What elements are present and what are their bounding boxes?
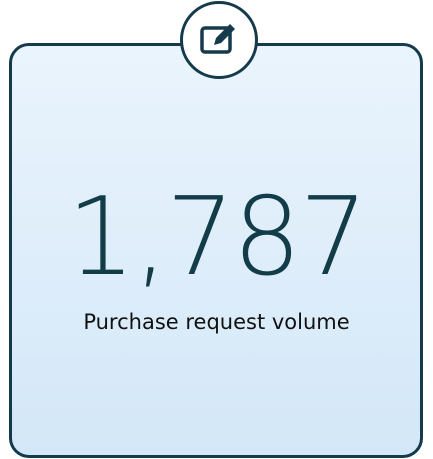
metric-value: 1,787: [66, 175, 368, 300]
icon-badge: [180, 1, 258, 79]
metric-label: Purchase request volume: [83, 310, 350, 334]
edit-icon: [199, 23, 239, 57]
